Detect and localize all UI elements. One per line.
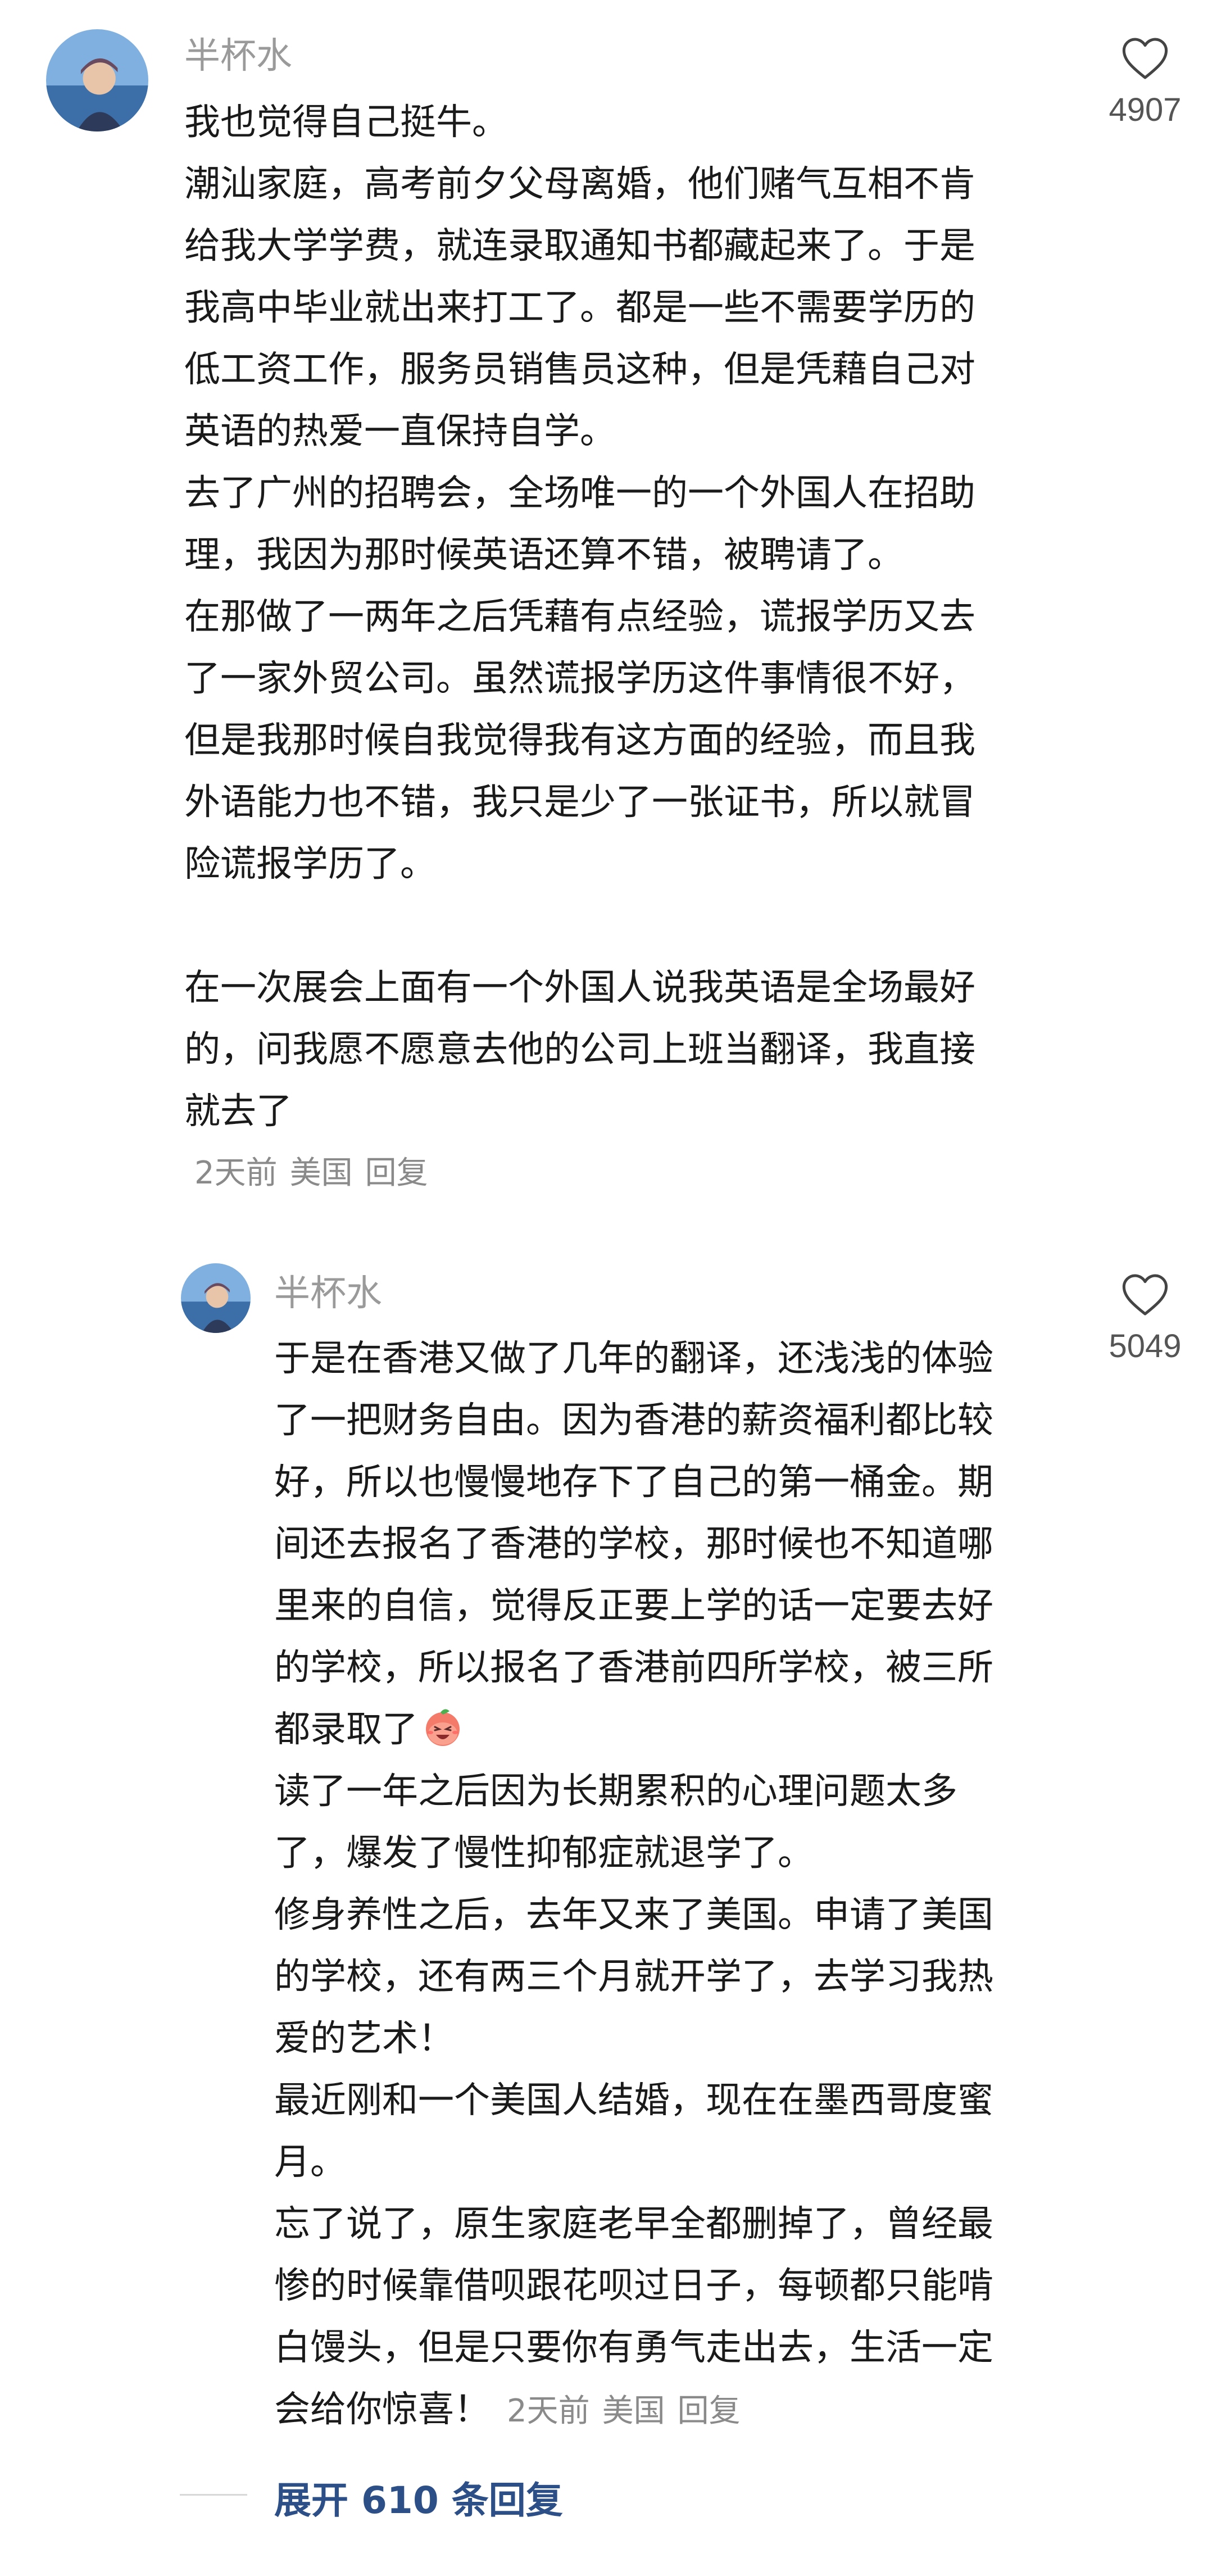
comment-text-line: 但是我那时候自我觉得我有这方面的经验，而且我 [184, 720, 975, 761]
comment-text-line: 了一家外贸公司。虽然谎报学历这件事情很不好， [184, 658, 975, 700]
comment-text-line: 惨的时候靠借呗跟花呗过日子，每顿都只能啃 [274, 2265, 993, 2307]
comment-text-line: 读了一年之后因为长期累积的心理问题太多 [274, 1771, 957, 1812]
reply-button[interactable]: 回复 [365, 1155, 428, 1191]
comment-text-line: 月。 [274, 2142, 346, 2183]
comment-text-line: 会给你惊喜！ 2天前 美国 回复 [274, 2379, 993, 2442]
comment-text-line: 里来的自信，觉得反正要上学的话一定要去好 [274, 1585, 993, 1627]
comment-text-line: 的学校，还有两三个月就开学了，去学习我热 [274, 1956, 993, 1998]
comment-text-line: 的，问我愿不愿意去他的公司上班当翻译，我直接 [184, 1029, 975, 1071]
comment-text-line: 的学校，所以报名了香港前四所学校，被三所 [274, 1647, 993, 1689]
comment-text-line: 险谎报学历了。 [184, 843, 436, 885]
comment-text-line: 理，我因为那时候英语还算不错，被聘请了。 [184, 534, 903, 576]
comment-text-line: 英语的热爱一直保持自学。 [184, 411, 616, 452]
comment-text-segment: 会给你惊喜！ [274, 2389, 490, 2430]
comment-username[interactable]: 半杯水 [274, 1276, 382, 1312]
reply-button[interactable]: 回复 [678, 2393, 741, 2429]
comment-location: 美国 [602, 2393, 665, 2429]
like-count: 4907 [1109, 92, 1182, 128]
comment-location: 美国 [289, 1155, 353, 1191]
heart-icon [1122, 38, 1168, 79]
comment-text-line: 于是在香港又做了几年的翻译，还浅浅的体验 [274, 1338, 993, 1380]
comment-text-line: 给我大学学费，就连录取通知书都藏起来了。于是 [184, 225, 975, 267]
comment-text-line: 就去了 [184, 1091, 292, 1132]
comment-text-segment: 都录取了 [274, 1709, 418, 1750]
comment-text-line: 白馒头，但是只要你有勇气走出去，生活一定 [274, 2327, 993, 2369]
heart-icon [1122, 1274, 1168, 1316]
comment-text-line: 在那做了一两年之后凭藉有点经验，谎报学历又去 [184, 596, 975, 638]
comment-meta: 2天前 美国 回复 [507, 2393, 753, 2429]
comment-time: 2天前 [194, 1155, 278, 1191]
comment-time: 2天前 [507, 2393, 590, 2429]
avatar[interactable] [46, 29, 148, 131]
comment-text-line: 我高中毕业就出来打工了。都是一些不需要学历的 [184, 287, 975, 329]
comment-text-line: 在一次展会上面有一个外国人说我英语是全场最好 [184, 967, 975, 1009]
comment-body: 于是在香港又做了几年的翻译，还浅浅的体验 了一把财务自由。因为香港的薪资福利都比较… [274, 1328, 993, 2442]
expand-replies-link[interactable]: 展开 610 条回复 [274, 2470, 563, 2524]
peach-emoji-icon [425, 1708, 461, 1747]
comment-text-line: 好，所以也慢慢地存下了自己的第一桶金。期 [274, 1462, 993, 1503]
comment-text-line: 外语能力也不错，我只是少了一张证书，所以就冒 [184, 782, 975, 823]
comment-username[interactable]: 半杯水 [184, 38, 292, 74]
comment-text-line: 爱的艺术！ [274, 2018, 454, 2060]
avatar[interactable] [181, 1263, 251, 1333]
comment-text-line: 最近刚和一个美国人结婚，现在在墨西哥度蜜 [274, 2080, 993, 2121]
like-button[interactable]: 5049 [1083, 1272, 1207, 1365]
comment-meta: 2天前 美国 回复 [184, 1142, 975, 1204]
like-button[interactable]: 4907 [1083, 36, 1207, 129]
comment-text-line: 低工资工作，服务员销售员这种，但是凭藉自己对 [184, 349, 975, 391]
comment-text-line: 了一把财务自由。因为香港的薪资福利都比较 [274, 1400, 993, 1441]
like-count: 5049 [1109, 1328, 1182, 1364]
comment-text-line: 忘了说了，原生家庭老早全都删掉了，曾经最 [274, 2203, 993, 2245]
comment-text-line: 间还去报名了香港的学校，那时候也不知道哪 [274, 1523, 993, 1565]
avatar-photo-icon [181, 1263, 251, 1333]
expand-divider [180, 2494, 247, 2496]
comment-text-line: 潮汕家庭，高考前夕父母离婚，他们赌气互相不肯 [184, 164, 975, 205]
avatar-photo-icon [46, 29, 148, 131]
comment-body: 我也觉得自己挺牛。潮汕家庭，高考前夕父母离婚，他们赌气互相不肯 给我大学学费，就连… [184, 92, 975, 1204]
comment-text-line: 去了广州的招聘会，全场唯一的一个外国人在招助 [184, 473, 975, 514]
comment-text-line: 修身养性之后，去年又来了美国。申请了美国 [274, 1894, 993, 1936]
comment-text-line: 都录取了 [274, 1699, 993, 1761]
comment-text-line: 我也觉得自己挺牛。 [184, 102, 508, 143]
comment-text-line: 了，爆发了慢性抑郁症就退学了。 [274, 1833, 814, 1874]
